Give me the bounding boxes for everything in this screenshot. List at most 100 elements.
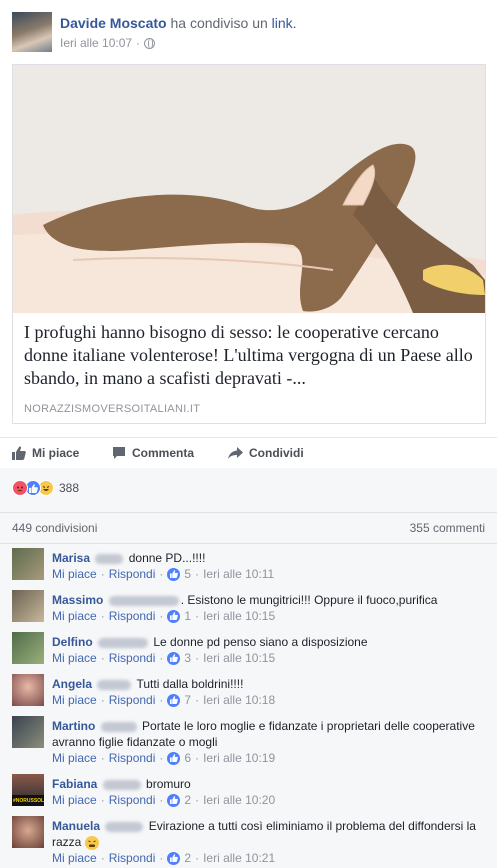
comment-time[interactable]: Ieri alle 10:15 (203, 609, 275, 623)
commenter-name[interactable]: Angela (52, 677, 92, 691)
meta-separator: · (159, 693, 164, 707)
meta-separator: · (100, 751, 105, 765)
reactions-summary[interactable]: 388 (12, 480, 79, 496)
comment-reply-link[interactable]: Rispondi (109, 567, 156, 581)
commenter-name[interactable]: Manuela (52, 819, 100, 833)
comment-reply-link[interactable]: Rispondi (109, 651, 156, 665)
comment-reply-link[interactable]: Rispondi (109, 751, 156, 765)
comment-meta: Mi piace · Rispondi · 3 · Ieri alle 10:1… (52, 651, 275, 665)
commenter-avatar[interactable] (12, 816, 44, 848)
comment-body: Fabiana bromuro (52, 776, 484, 792)
comment-meta: Mi piace · Rispondi · 2 · Ieri alle 10:2… (52, 793, 275, 807)
post-meta: Ieri alle 10:07 · (60, 36, 156, 50)
post-header: Davide Moscato ha condiviso un link. Ier… (0, 0, 497, 62)
post-action-bar: Mi piace Commenta Condividi (0, 437, 497, 467)
meta-separator: · (159, 793, 164, 807)
meta-separator: · (100, 693, 105, 707)
link-title[interactable]: I profughi hanno bisogno di sesso: le co… (24, 321, 479, 390)
commenter-avatar[interactable] (12, 590, 44, 622)
comment-like-count[interactable]: 7 (184, 693, 191, 707)
comment-like-link[interactable]: Mi piace (52, 567, 97, 581)
commenter-name[interactable]: Martino (52, 719, 95, 733)
comment-button[interactable]: Commenta (112, 446, 194, 460)
comment-like-link[interactable]: Mi piace (52, 609, 97, 623)
comment-text: Le donne pd penso siano a disposizione (153, 635, 368, 649)
comment-like-count[interactable]: 6 (184, 751, 191, 765)
redacted-surname (97, 679, 132, 690)
commenter-name[interactable]: Marisa (52, 551, 90, 565)
redacted-surname (108, 595, 179, 606)
comment-meta: Mi piace · Rispondi · 7 · Ieri alle 10:1… (52, 693, 275, 707)
comment-reply-link[interactable]: Rispondi (109, 693, 156, 707)
commenter-name[interactable]: Delfino (52, 635, 93, 649)
meta-separator: · (100, 567, 105, 581)
comment-like-count[interactable]: 5 (184, 567, 191, 581)
shared-link[interactable]: link. (272, 15, 297, 31)
comment-button-label: Commenta (132, 446, 195, 460)
author-avatar[interactable] (12, 12, 52, 52)
meta-separator: · (195, 793, 200, 807)
commenter-avatar[interactable] (12, 674, 44, 706)
like-icon (167, 567, 181, 581)
post-time[interactable]: Ieri alle 10:07 (60, 36, 132, 50)
comment-time[interactable]: Ieri alle 10:19 (203, 751, 275, 765)
reactions-count[interactable]: 388 (59, 481, 79, 495)
comment-like-count[interactable]: 2 (184, 851, 191, 865)
comment-time[interactable]: Ieri alle 10:11 (203, 567, 274, 581)
thumbs-up-icon (12, 446, 26, 460)
commenter-avatar[interactable]: #NORUSSOL (12, 774, 44, 806)
share-button[interactable]: Condividi (228, 446, 304, 460)
author-line: Davide Moscato ha condiviso un link. (60, 15, 297, 31)
meta-separator: · (100, 851, 105, 865)
comment-text: donne PD...!!!! (128, 551, 206, 565)
author-name[interactable]: Davide Moscato (60, 15, 167, 31)
comment-meta: Mi piace · Rispondi · 5 · Ieri alle 10:1… (52, 567, 274, 581)
comment-like-count[interactable]: 3 (184, 651, 191, 665)
redacted-surname (102, 779, 141, 790)
meta-separator: · (100, 609, 105, 623)
meta-separator: · (195, 609, 200, 623)
comment-like-link[interactable]: Mi piace (52, 651, 97, 665)
comment-like-link[interactable]: Mi piace (52, 693, 97, 707)
comment-like-count[interactable]: 1 (184, 609, 191, 623)
counts-row: 449 condivisioni 355 commenti (0, 512, 497, 544)
like-icon (167, 651, 181, 665)
author-action: ha condiviso un (170, 15, 268, 31)
comment-count[interactable]: 355 commenti (410, 521, 485, 535)
comment-body: Marisa donne PD...!!!! (52, 550, 484, 566)
meta-separator: · (195, 851, 200, 865)
commenter-avatar[interactable] (12, 548, 44, 580)
comment-like-link[interactable]: Mi piace (52, 751, 97, 765)
meta-separator: · (159, 609, 164, 623)
comment-like-count[interactable]: 2 (184, 793, 191, 807)
comment-time[interactable]: Ieri alle 10:21 (203, 851, 275, 865)
comment-time[interactable]: Ieri alle 10:20 (203, 793, 275, 807)
commenter-name[interactable]: Massimo (52, 593, 103, 607)
meta-separator: · (159, 567, 164, 581)
link-card[interactable]: I profughi hanno bisogno di sesso: le co… (12, 64, 486, 424)
like-button[interactable]: Mi piace (12, 446, 79, 460)
redacted-surname (98, 637, 149, 648)
commenter-avatar[interactable] (12, 716, 44, 748)
comment-reply-link[interactable]: Rispondi (109, 609, 156, 623)
comment-reply-link[interactable]: Rispondi (109, 793, 156, 807)
comment-like-link[interactable]: Mi piace (52, 793, 97, 807)
comment-text: Tutti dalla boldrini!!!! (136, 677, 244, 691)
redacted-surname (100, 721, 137, 732)
comment-time[interactable]: Ieri alle 10:15 (203, 651, 275, 665)
comment-reply-link[interactable]: Rispondi (109, 851, 156, 865)
share-count[interactable]: 449 condivisioni (12, 521, 97, 535)
meta-separator: · (100, 793, 105, 807)
comment-body: Massimo . Esistono le mungitrici!!! Oppu… (52, 592, 484, 608)
like-icon (167, 751, 181, 765)
meta-separator: · (159, 851, 164, 865)
link-preview-image[interactable] (13, 65, 485, 313)
commenter-avatar[interactable] (12, 632, 44, 664)
like-button-label: Mi piace (32, 446, 80, 460)
share-button-label: Condividi (249, 446, 304, 460)
comment-meta: Mi piace · Rispondi · 2 · Ieri alle 10:2… (52, 851, 275, 865)
commenter-name[interactable]: Fabiana (52, 777, 97, 791)
globe-icon[interactable] (144, 37, 156, 49)
comment-time[interactable]: Ieri alle 10:18 (203, 693, 275, 707)
comment-like-link[interactable]: Mi piace (52, 851, 97, 865)
